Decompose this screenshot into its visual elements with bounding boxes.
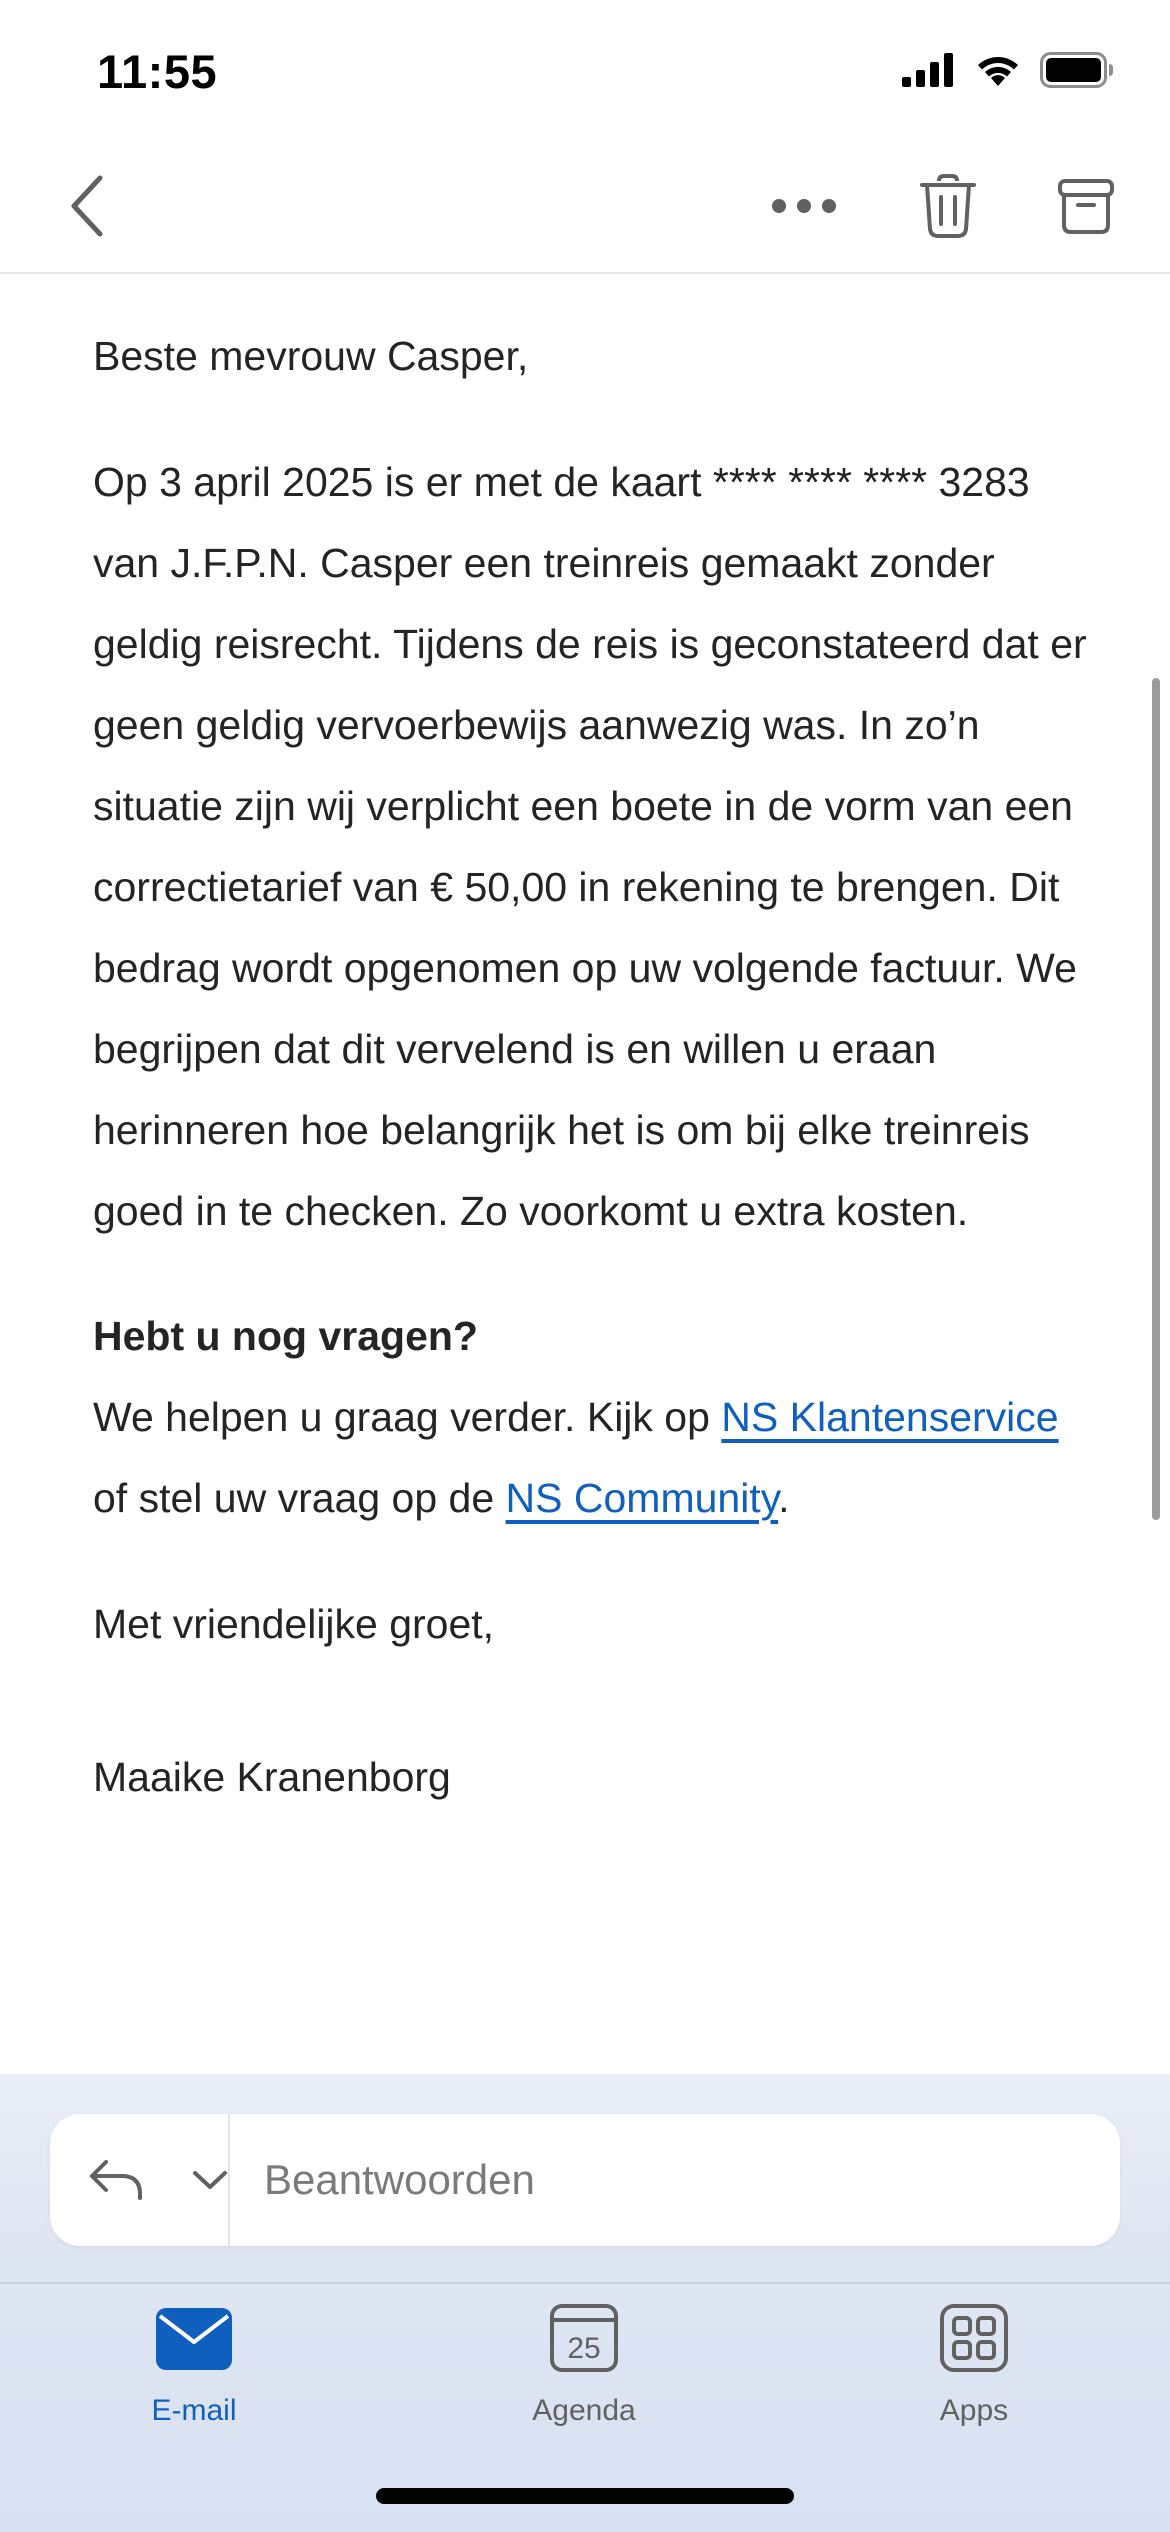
mail-signature: Maaike Kranenborg: [93, 1754, 451, 1800]
calendar-icon: 25: [550, 2304, 618, 2372]
wifi-icon: [978, 57, 1018, 86]
scrollbar[interactable]: [1152, 678, 1160, 1520]
help-text-1: We helpen u graag verder. Kijk op: [93, 1394, 722, 1440]
mail-closing: Met vriendelijke groet,: [93, 1601, 495, 1647]
battery-icon: [1040, 52, 1113, 88]
status-time: 11:55: [97, 45, 218, 98]
archive-icon: [1058, 179, 1114, 234]
tab-email[interactable]: E-mail: [64, 2284, 324, 2444]
mail-icon: [156, 2308, 232, 2370]
mail-toolbar: [0, 140, 1170, 274]
tab-email-label: E-mail: [151, 2394, 237, 2427]
status-bar: 11:55: [0, 0, 1170, 140]
more-horizontal-icon: [772, 199, 836, 213]
mail-help-paragraph: We helpen u graag verder. Kijk op NS Kla…: [93, 1377, 1093, 1539]
tab-agenda-label: Agenda: [532, 2394, 636, 2427]
status-icons: [902, 52, 1114, 88]
help-text-2: of stel uw vraag op de: [93, 1475, 506, 1521]
ns-klantenservice-link[interactable]: NS Klantenservice: [721, 1394, 1058, 1440]
mail-body: Beste mevrouw Casper, Op 3 april 2025 is…: [93, 274, 1093, 1818]
archive-button[interactable]: [1046, 166, 1126, 246]
bottom-area: E-mail 25 Agenda Apps: [0, 2074, 1170, 2532]
calendar-day: 25: [567, 2332, 600, 2365]
mail-reading-screen: 11:55 Beste mevrouw Casper, Op 3 april 2…: [0, 0, 1170, 2532]
reply-bar: [50, 2114, 1120, 2246]
apps-grid-icon: [940, 2304, 1008, 2372]
help-text-3: .: [778, 1475, 790, 1521]
ns-community-link[interactable]: NS Community: [506, 1475, 779, 1521]
home-indicator: [376, 2488, 794, 2504]
mail-questions-heading: Hebt u nog vragen?: [93, 1313, 478, 1359]
tab-apps-label: Apps: [939, 2394, 1009, 2427]
reply-options-button[interactable]: [180, 2140, 240, 2220]
tab-apps[interactable]: Apps: [844, 2284, 1104, 2444]
trash-icon: [920, 174, 976, 238]
reply-button[interactable]: [76, 2140, 156, 2220]
reply-input[interactable]: [264, 2114, 1084, 2246]
back-button[interactable]: [46, 166, 126, 246]
reply-arrow-icon: [90, 2160, 142, 2200]
chevron-left-icon: [71, 175, 103, 237]
more-options-button[interactable]: [764, 166, 844, 246]
mail-main-paragraph: Op 3 april 2025 is er met de kaart **** …: [93, 459, 1087, 1234]
reply-divider: [228, 2114, 230, 2246]
mail-greeting: Beste mevrouw Casper,: [93, 333, 529, 379]
chevron-down-icon: [193, 2171, 227, 2189]
cellular-signal-icon: [902, 53, 953, 87]
delete-button[interactable]: [908, 164, 988, 248]
tab-bar: E-mail 25 Agenda Apps: [0, 2284, 1170, 2444]
tab-agenda[interactable]: 25 Agenda: [454, 2284, 714, 2444]
